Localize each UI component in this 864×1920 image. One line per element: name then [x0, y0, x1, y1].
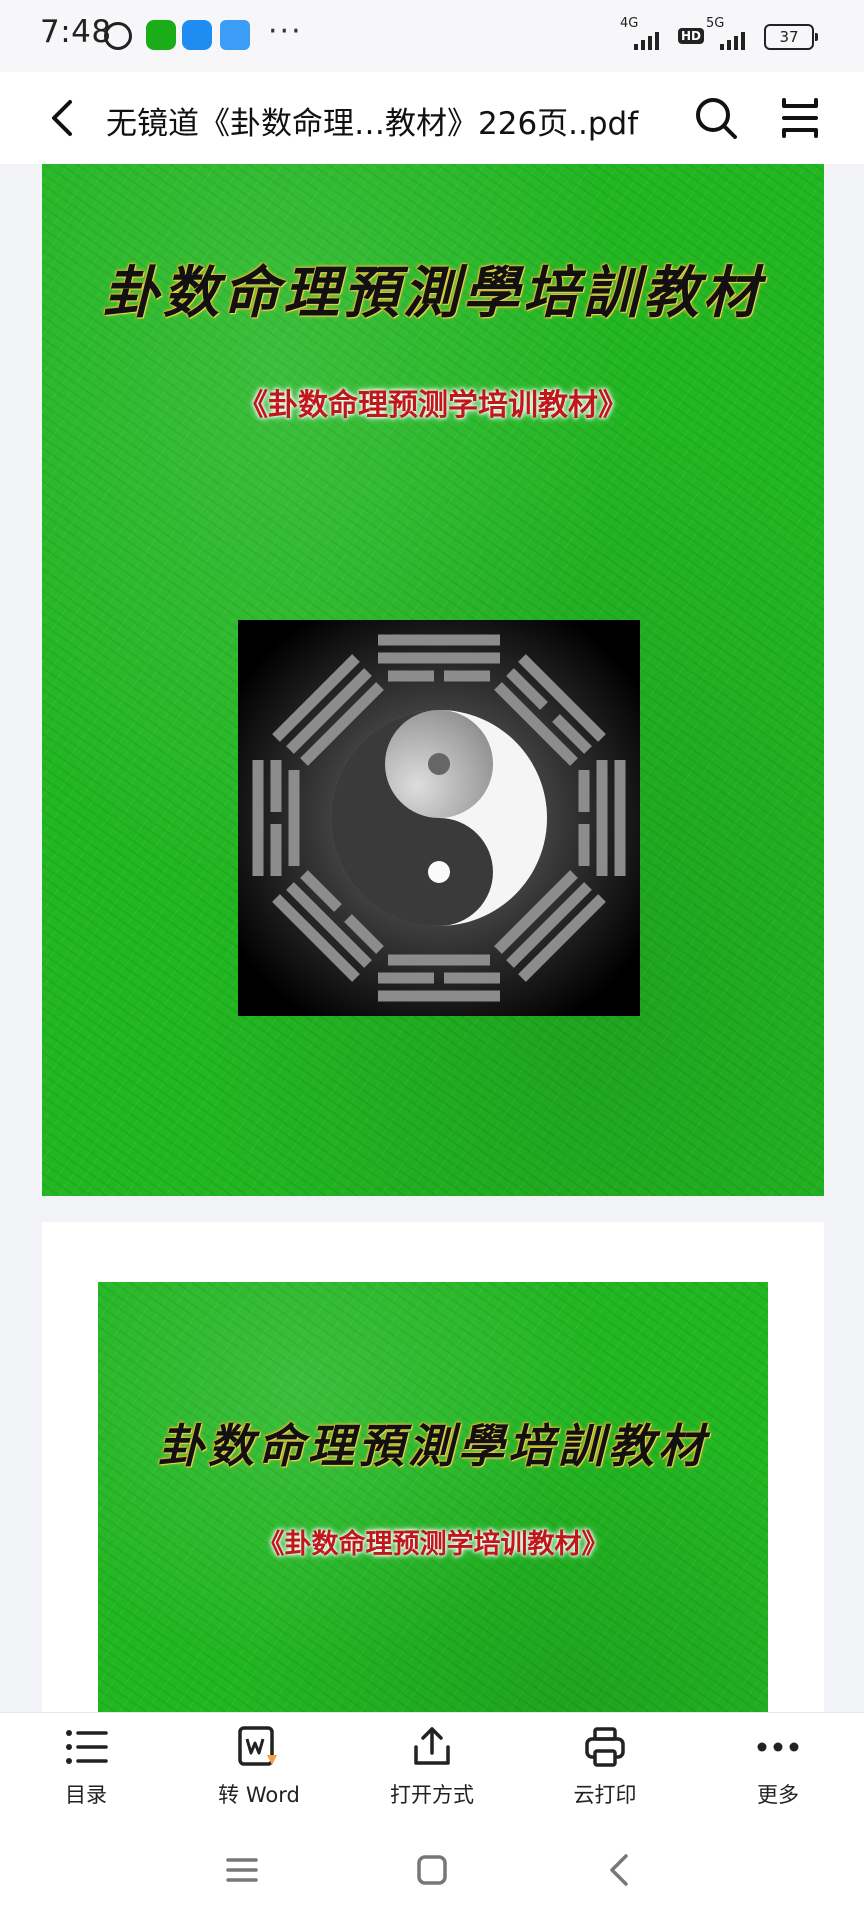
more-icon [757, 1742, 799, 1752]
system-nav-bar [0, 1824, 864, 1920]
home-button[interactable] [412, 1850, 452, 1890]
search-icon [696, 98, 737, 139]
hd-badge: HD [678, 28, 705, 44]
system-back-button[interactable] [600, 1850, 640, 1890]
document-title: 无镜道《卦数命理…教材》226页..pdf [106, 106, 639, 142]
app-icon [182, 20, 212, 50]
wechat-icon [146, 20, 176, 50]
signal-5g-icon: 5G [706, 16, 758, 52]
back-icon [610, 1854, 628, 1886]
pdf-page-1[interactable]: 卦数命理預測學培訓教材 《卦数命理预测学培训教材》 [42, 164, 824, 1196]
battery-indicator: 37 [764, 24, 818, 50]
app-icon [220, 20, 250, 50]
list-icon [66, 1730, 108, 1764]
more-notifications-icon: ··· [268, 14, 303, 49]
menu-icon [782, 98, 818, 138]
pdf-page-2[interactable]: 卦数命理預測學培訓教材 《卦数命理预测学培训教材》 [42, 1222, 824, 1712]
yin-yang-bagua-image [238, 620, 640, 1016]
chevron-left-icon [52, 100, 72, 136]
clock: 7:48 [40, 14, 112, 50]
alarm-icon [104, 22, 132, 50]
back-button[interactable] [40, 94, 88, 142]
toc-label: 目录 [65, 1783, 107, 1807]
more-label: 更多 [757, 1783, 799, 1807]
convert-word-label: 转 Word [218, 1783, 300, 1807]
more-button[interactable]: 更多 [708, 1725, 848, 1825]
calligraphy-title: 卦数命理預測學培訓教材 [103, 260, 763, 326]
recents-icon [226, 1858, 258, 1882]
cover-subtitle: 《卦数命理预测学培训教材》 [238, 388, 628, 423]
top-app-bar: 无镜道《卦数命理…教材》226页..pdf [0, 72, 864, 164]
cloud-print-label: 云打印 [573, 1783, 637, 1807]
printer-icon [585, 1727, 625, 1767]
home-icon [417, 1855, 447, 1885]
calligraphy-title: 卦数命理預測學培訓教材 [158, 1419, 708, 1473]
word-convert-icon [238, 1726, 277, 1766]
open-with-button[interactable]: 打开方式 [362, 1725, 502, 1825]
cover-background: 卦数命理預測學培訓教材 《卦数命理预测学培训教材》 [98, 1282, 768, 1712]
bottom-toolbar: 目录 转 Word 打开方式 云打印 更多 [0, 1712, 864, 1825]
pdf-viewer[interactable]: 卦数命理預測學培訓教材 《卦数命理预测学培训教材》 卦数命理預測學培訓教材 《卦… [0, 164, 864, 1712]
open-with-label: 打开方式 [390, 1783, 474, 1807]
toc-button[interactable]: 目录 [16, 1725, 156, 1825]
cover-background: 卦数命理預測學培訓教材 《卦数命理预测学培训教材》 [42, 164, 824, 1196]
share-icon [414, 1727, 450, 1765]
cover-subtitle: 《卦数命理预测学培训教材》 [257, 1529, 609, 1560]
convert-word-button[interactable]: 转 Word [189, 1725, 329, 1825]
signal-5g-label: 5G [706, 16, 725, 31]
recents-button[interactable] [222, 1850, 262, 1890]
status-bar: 7:48 ··· 4G HD 5G 37 [0, 0, 864, 72]
signal-4g-icon: 4G [620, 16, 672, 52]
cloud-print-button[interactable]: 云打印 [535, 1725, 675, 1825]
menu-button[interactable] [776, 94, 824, 142]
signal-4g-label: 4G [620, 16, 639, 31]
search-button[interactable] [692, 94, 740, 142]
